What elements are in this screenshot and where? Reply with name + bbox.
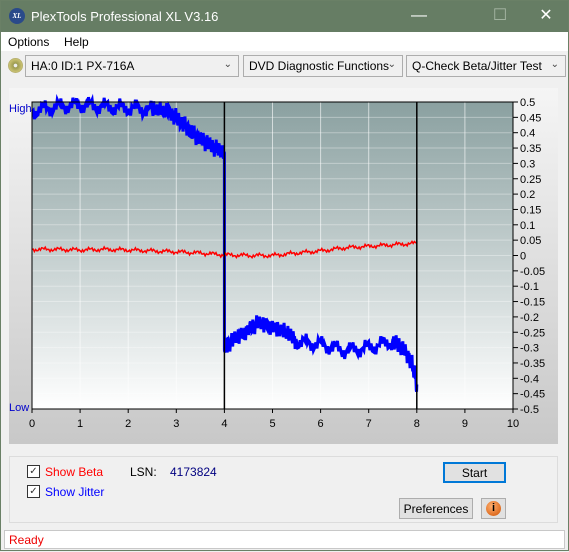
show-beta-checkbox[interactable]: ✓ [27,465,40,478]
x-tick-label: 9 [462,418,468,430]
x-tick-label: 5 [269,418,275,430]
y-tick-label: 0.2 [520,189,535,201]
y-tick-label: -0.45 [520,389,545,401]
show-beta-label[interactable]: Show Beta [45,465,103,479]
y-tick-label: 0.3 [520,158,535,170]
lsn-value: 4173824 [170,465,217,479]
y-tick-label: 0.45 [520,112,541,124]
status-bar: Ready [4,530,565,549]
y-tick-label: 0.15 [520,204,541,216]
y-tick-label: -0.5 [520,404,539,416]
lsn-label: LSN: [130,465,157,479]
x-tick-label: 1 [77,418,83,430]
y-tick-label: -0.1 [520,281,539,293]
y-tick-label: 0.4 [520,128,535,140]
show-jitter-label[interactable]: Show Jitter [45,485,104,499]
x-tick-label: 10 [507,418,519,430]
controls-panel: ✓ Show Beta ✓ Show Jitter LSN: 4173824 S… [9,456,558,523]
y-tick-label: -0.3 [520,343,539,355]
y-tick-label: 0.05 [520,235,541,247]
x-tick-label: 0 [29,418,35,430]
y-tick-label: -0.15 [520,297,545,309]
info-icon: i [486,501,501,516]
y-tick-label: 0.25 [520,174,541,186]
y-tick-label: -0.4 [520,373,539,385]
x-tick-label: 2 [125,418,131,430]
y-tick-label: -0.2 [520,312,539,324]
y-tick-label: -0.25 [520,327,545,339]
y-tick-label: -0.35 [520,358,545,370]
y-tick-label: 0 [520,251,526,263]
info-button[interactable]: i [481,498,506,519]
y-tick-label: -0.05 [520,266,545,278]
x-tick-label: 7 [366,418,372,430]
x-tick-label: 3 [173,418,179,430]
low-label: Low [9,402,29,414]
show-jitter-checkbox[interactable]: ✓ [27,485,40,498]
y-tick-label: 0.1 [520,220,535,232]
x-tick-label: 4 [221,418,227,430]
x-tick-label: 8 [414,418,420,430]
y-tick-label: 0.35 [520,143,541,155]
x-tick-label: 6 [318,418,324,430]
app-window: XL PlexTools Professional XL V3.16 — ☐ ✕… [0,0,569,551]
start-button[interactable]: Start [443,462,506,483]
y-tick-label: 0.5 [520,97,535,109]
high-label: High [9,103,32,115]
preferences-button[interactable]: Preferences [399,498,473,519]
